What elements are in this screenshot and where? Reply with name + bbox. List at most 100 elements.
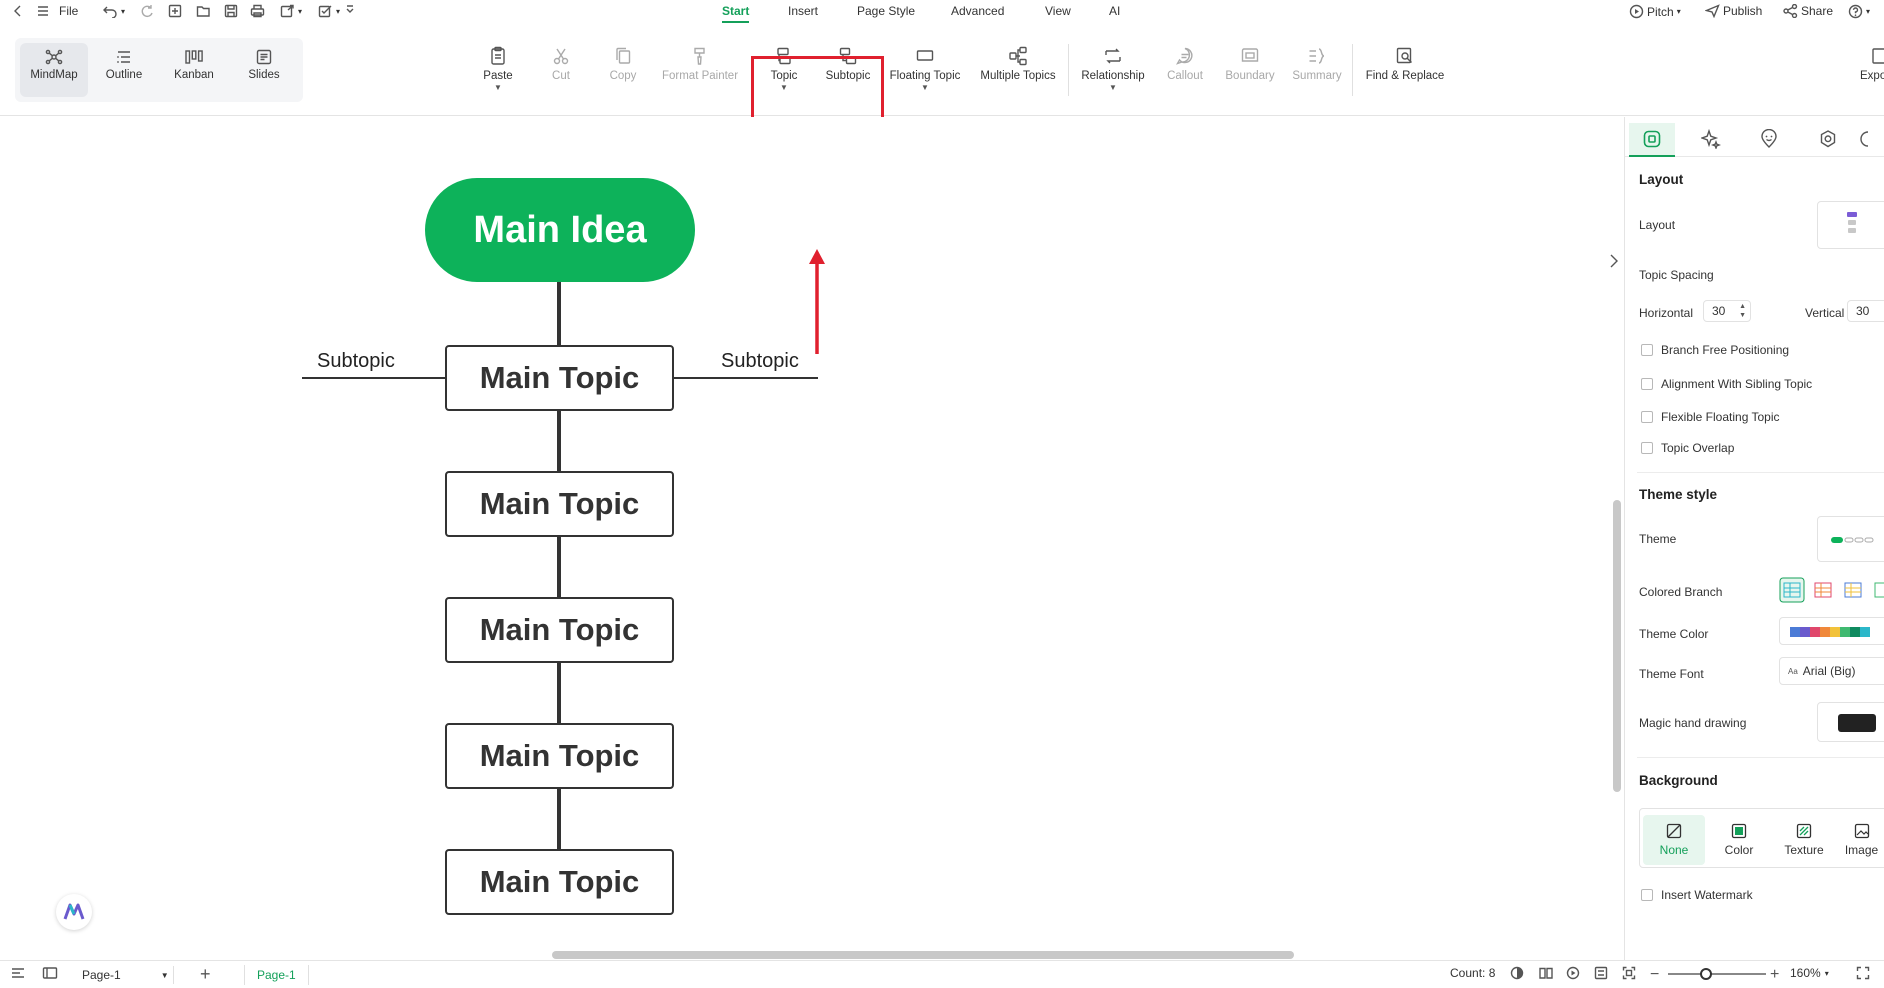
branch-free-positioning-checkbox[interactable]: Branch Free Positioning <box>1641 343 1789 357</box>
book-view-icon[interactable] <box>1538 966 1554 980</box>
page-select-value: Page-1 <box>82 968 121 982</box>
tab-style[interactable] <box>1629 123 1675 157</box>
relationship-button[interactable]: Relationship ▼ <box>1080 46 1146 92</box>
section-divider <box>1637 472 1884 473</box>
flexible-floating-checkbox[interactable]: Flexible Floating Topic <box>1641 410 1780 424</box>
open-button[interactable] <box>196 4 211 18</box>
summary-button[interactable]: Summary <box>1290 46 1344 82</box>
vertical-scrollbar[interactable] <box>1613 500 1621 792</box>
vertical-spacing-input[interactable]: 30 <box>1847 300 1884 322</box>
layout-selector[interactable] <box>1817 201 1884 249</box>
tab-start[interactable]: Start <box>722 4 750 23</box>
bg-color-button[interactable]: Color <box>1708 815 1770 865</box>
export-button[interactable]: Expo <box>1860 46 1884 82</box>
tab-theme[interactable] <box>1805 123 1851 155</box>
theme-gear-icon <box>1820 130 1836 148</box>
callout-button[interactable]: Callout <box>1163 46 1207 82</box>
insert-watermark-checkbox[interactable]: Insert Watermark <box>1641 888 1753 902</box>
magic-hand-toggle[interactable] <box>1817 702 1884 742</box>
multiple-topics-button[interactable]: Multiple Topics <box>978 46 1058 82</box>
main-topic-node-1[interactable]: Main Topic <box>445 345 674 411</box>
fullscreen-fit-icon[interactable] <box>1622 966 1636 980</box>
horizontal-spacing-label: Horizontal <box>1639 306 1694 320</box>
find-replace-button[interactable]: Find & Replace <box>1365 46 1445 82</box>
horizontal-spacing-input[interactable]: 30 ▲ ▼ <box>1703 300 1751 322</box>
tab-ai-style[interactable] <box>1688 123 1734 155</box>
task-button[interactable]: ▾ <box>318 4 340 18</box>
theme-selector[interactable] <box>1817 516 1884 562</box>
bg-texture-button[interactable]: Texture <box>1773 815 1835 865</box>
zoom-level-select[interactable]: 160% ▾ <box>1790 966 1829 980</box>
share-button[interactable]: Share <box>1783 4 1833 18</box>
paste-label: Paste <box>483 70 513 82</box>
horizontal-spacing-value: 30 <box>1712 304 1726 318</box>
format-painter-button[interactable]: Format Painter <box>660 46 740 82</box>
view-outline-button[interactable]: Outline <box>90 43 158 97</box>
print-button[interactable] <box>250 4 265 18</box>
floating-topic-button[interactable]: Floating Topic ▼ <box>888 46 962 92</box>
fit-page-icon[interactable] <box>1594 966 1608 980</box>
main-topic-node-3[interactable]: Main Topic <box>445 597 674 663</box>
tab-advanced[interactable]: Advanced <box>951 4 1004 18</box>
view-mindmap-button[interactable]: MindMap <box>20 43 88 97</box>
main-topic-node-2[interactable]: Main Topic <box>445 471 674 537</box>
panel-collapse-button[interactable] <box>1602 238 1626 284</box>
fullscreen-icon[interactable] <box>1856 966 1870 980</box>
view-kanban-button[interactable]: Kanban <box>160 43 228 97</box>
new-button[interactable] <box>168 4 182 18</box>
zoom-in-button[interactable]: + <box>1770 966 1779 984</box>
focus-mode-icon[interactable] <box>1510 966 1524 980</box>
subtopic-left[interactable]: Subtopic <box>317 350 395 373</box>
tab-view[interactable]: View <box>1045 4 1071 18</box>
page-panel-icon[interactable] <box>42 966 58 980</box>
tab-marks[interactable] <box>1746 123 1792 155</box>
clipboard-icon <box>491 46 505 65</box>
zoom-out-button[interactable]: − <box>1650 966 1659 984</box>
find-replace-label: Find & Replace <box>1365 70 1445 82</box>
ai-assistant-logo-icon[interactable] <box>56 894 92 930</box>
mindmap-canvas[interactable]: Main Idea Subtopic Subtopic Main Topic M… <box>0 117 1621 960</box>
play-circle-icon <box>1629 4 1644 19</box>
topic-overlap-checkbox[interactable]: Topic Overlap <box>1641 441 1734 455</box>
help-button[interactable]: ▾ <box>1848 4 1870 19</box>
paste-button[interactable]: Paste ▼ <box>480 46 516 92</box>
theme-font-select[interactable]: Aa Arial (Big) <box>1779 657 1884 685</box>
ribbon-toolbar: MindMap Outline Kanban Slides Paste ▼ Cu… <box>0 24 1884 144</box>
bg-none-button[interactable]: None <box>1643 815 1705 865</box>
page-tab[interactable]: Page-1 <box>244 965 309 985</box>
zoom-slider-thumb[interactable] <box>1700 968 1712 980</box>
publish-button[interactable]: Publish <box>1705 4 1762 18</box>
boundary-button[interactable]: Boundary <box>1223 46 1277 82</box>
export-quick-button[interactable]: ▾ <box>280 4 302 18</box>
add-page-button[interactable]: + <box>200 965 211 983</box>
outline-toggle-icon[interactable] <box>10 966 26 980</box>
alignment-sibling-checkbox[interactable]: Alignment With Sibling Topic <box>1641 377 1812 391</box>
tab-insert[interactable]: Insert <box>788 4 818 18</box>
tab-ai[interactable]: AI <box>1109 4 1120 18</box>
main-topic-node-5[interactable]: Main Topic <box>445 849 674 915</box>
main-idea-node[interactable]: Main Idea <box>425 178 695 282</box>
chevron-down-icon: ▼ <box>160 970 169 980</box>
play-icon[interactable] <box>1566 966 1580 980</box>
main-topic-node-4[interactable]: Main Topic <box>445 723 674 789</box>
more-quick-icon[interactable] <box>345 4 355 16</box>
theme-color-selector[interactable] <box>1779 617 1884 645</box>
pitch-button[interactable]: Pitch ▾ <box>1629 4 1681 19</box>
publish-label: Publish <box>1723 4 1763 18</box>
subtopic-right[interactable]: Subtopic <box>721 350 799 373</box>
save-button[interactable] <box>224 4 238 18</box>
view-slides-button[interactable]: Slides <box>230 43 298 97</box>
tab-more[interactable] <box>1857 123 1884 155</box>
page-select[interactable]: Page-1 ▼ <box>74 966 174 984</box>
horizontal-scrollbar[interactable] <box>552 951 1294 959</box>
cut-button[interactable]: Cut <box>545 46 577 82</box>
copy-button[interactable]: Copy <box>605 46 641 82</box>
undo-button[interactable]: ▾ <box>102 4 125 18</box>
zoom-slider[interactable] <box>1668 968 1766 980</box>
back-icon[interactable] <box>12 4 24 18</box>
bg-image-button[interactable]: Image <box>1838 815 1884 865</box>
file-menu[interactable]: File <box>36 4 78 18</box>
spinner-arrows-icon[interactable]: ▲ ▼ <box>1739 302 1746 320</box>
tab-page-style[interactable]: Page Style <box>857 4 915 18</box>
redo-button[interactable] <box>140 4 154 18</box>
